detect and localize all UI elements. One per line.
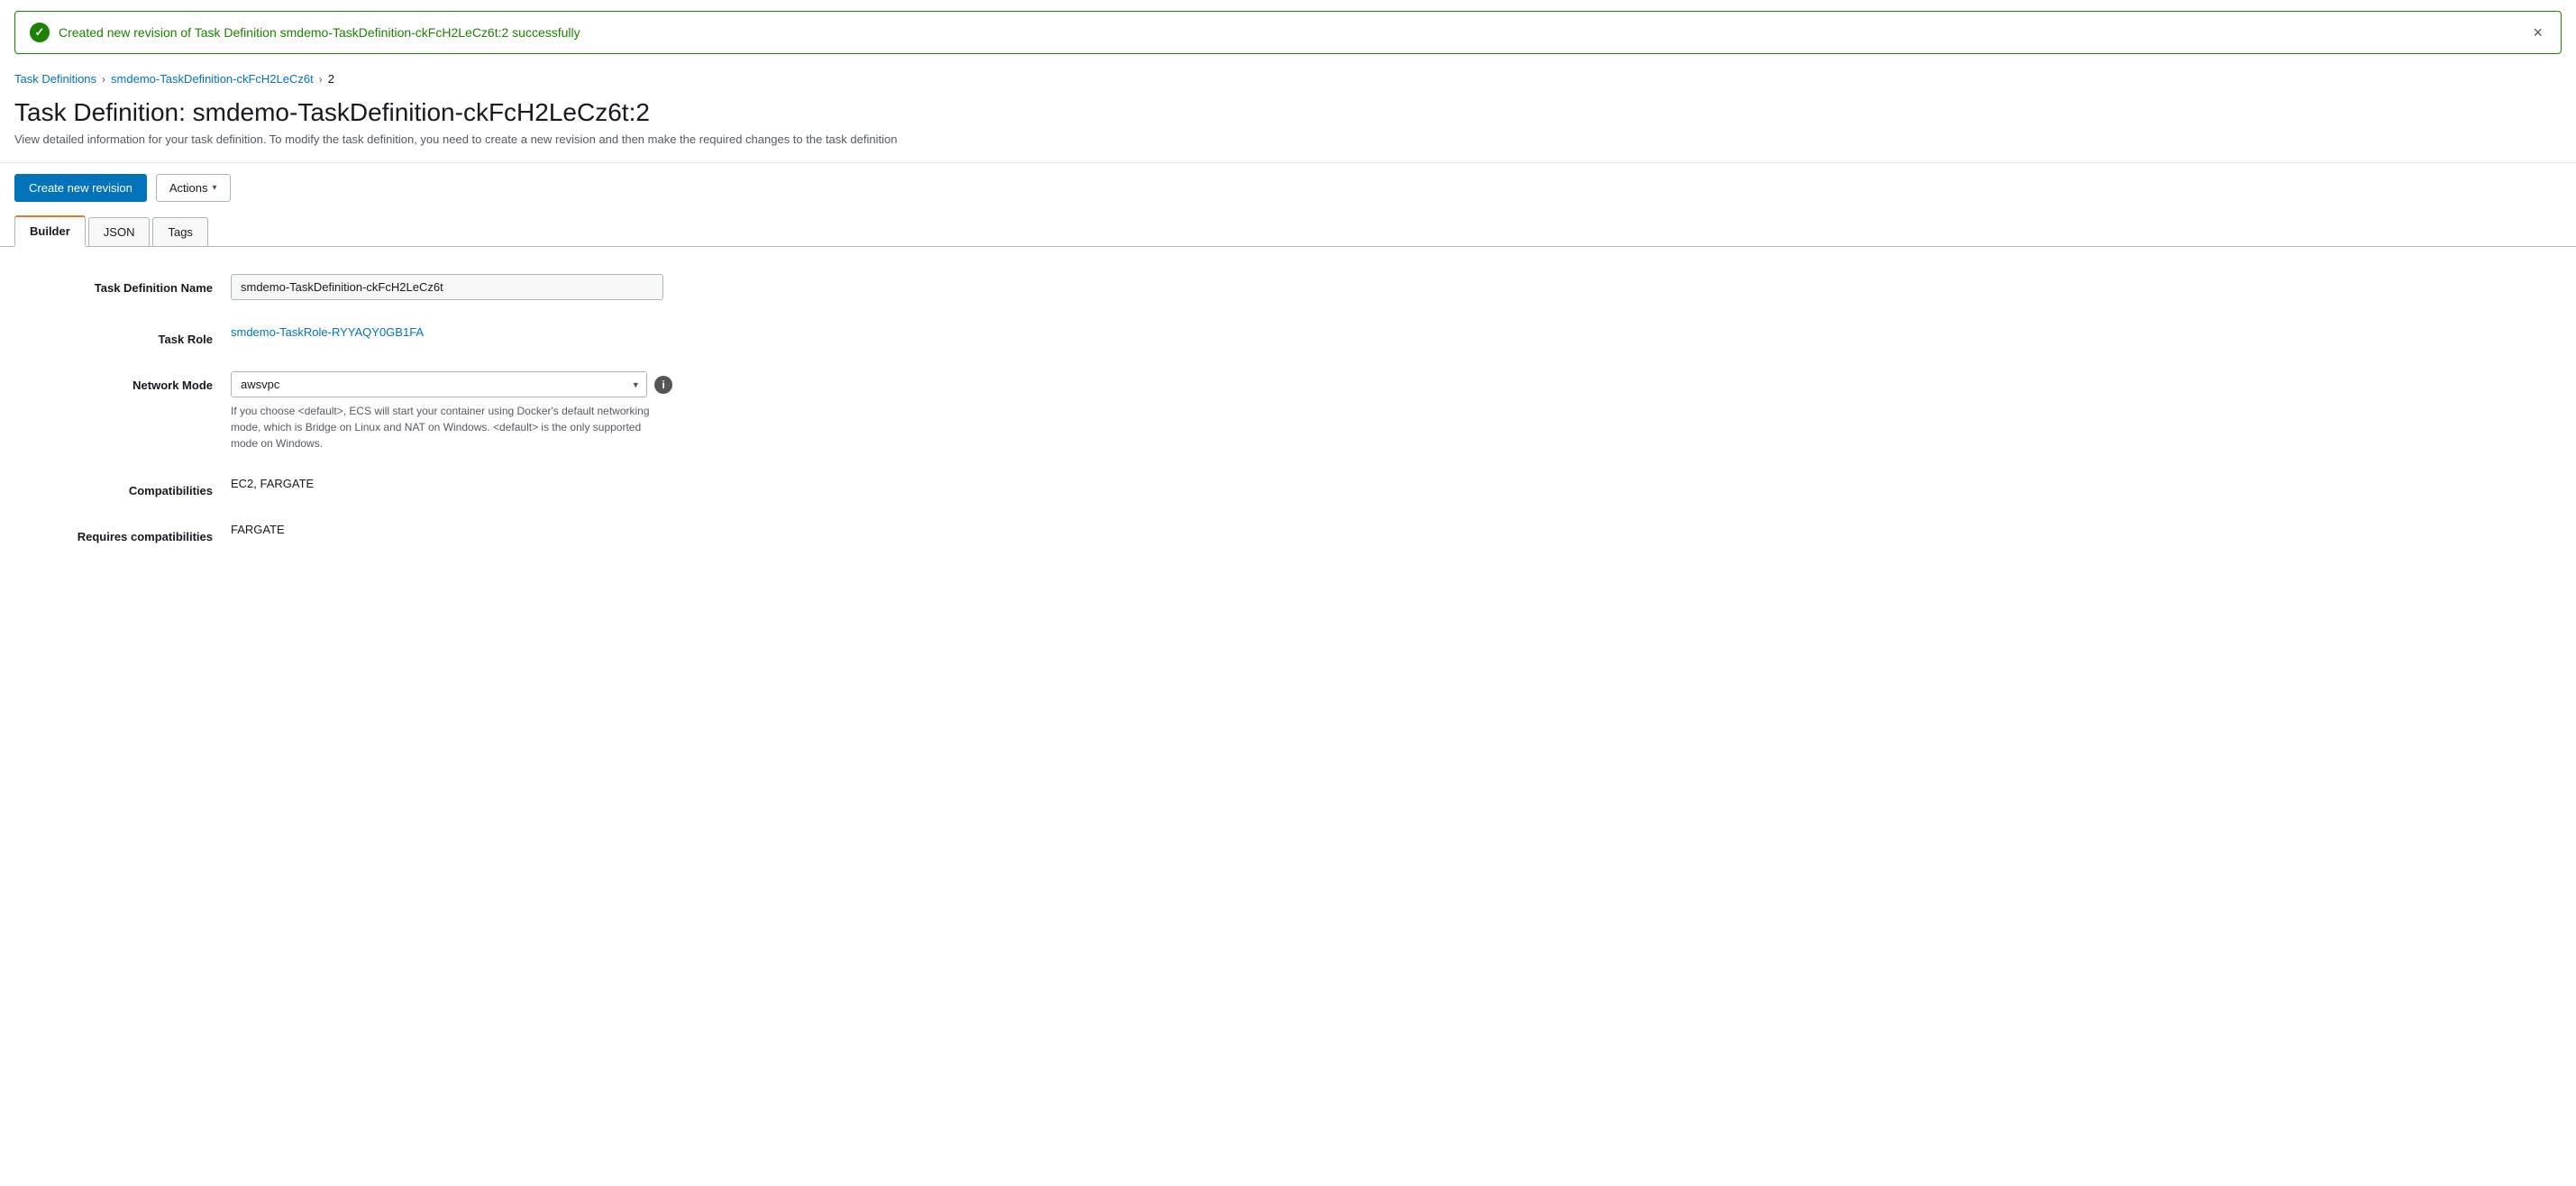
action-bar: Create new revision Actions ▾ bbox=[0, 163, 2576, 202]
text-requires-compatibilities: FARGATE bbox=[231, 515, 285, 536]
network-mode-info-icon[interactable]: i bbox=[654, 376, 672, 394]
value-network-mode: awsvpc <default> bridge host none ▾ i If… bbox=[231, 371, 826, 452]
tab-content: Task Definition Name Task Role smdemo-Ta… bbox=[0, 246, 2576, 587]
form-section: Task Definition Name Task Role smdemo-Ta… bbox=[14, 274, 826, 543]
form-row-compatibilities: Compatibilities EC2, FARGATE bbox=[14, 477, 826, 497]
label-requires-compatibilities: Requires compatibilities bbox=[14, 523, 213, 543]
actions-button-label: Actions bbox=[169, 181, 208, 195]
tabs-container: Builder JSON Tags bbox=[0, 202, 2576, 246]
form-row-requires-compatibilities: Requires compatibilities FARGATE bbox=[14, 523, 826, 543]
breadcrumb-sep-2: › bbox=[319, 73, 323, 86]
breadcrumb: Task Definitions › smdemo-TaskDefinition… bbox=[0, 65, 2576, 89]
network-mode-select-wrapper: awsvpc <default> bridge host none ▾ bbox=[231, 371, 647, 397]
form-row-task-def-name: Task Definition Name bbox=[14, 274, 826, 300]
success-check-icon bbox=[30, 23, 50, 42]
link-task-role[interactable]: smdemo-TaskRole-RYYAQY0GB1FA bbox=[231, 325, 424, 339]
network-mode-hint: If you choose <default>, ECS will start … bbox=[231, 403, 663, 452]
banner-close-button[interactable]: × bbox=[2529, 24, 2546, 41]
tab-json[interactable]: JSON bbox=[88, 217, 151, 246]
network-mode-select[interactable]: awsvpc <default> bridge host none bbox=[231, 371, 647, 397]
breadcrumb-revision: 2 bbox=[328, 72, 334, 86]
label-task-role: Task Role bbox=[14, 325, 213, 346]
success-message: Created new revision of Task Definition … bbox=[59, 25, 580, 40]
actions-dropdown-button[interactable]: Actions ▾ bbox=[156, 174, 231, 202]
breadcrumb-sep-1: › bbox=[102, 73, 105, 86]
page-title: Task Definition: smdemo-TaskDefinition-c… bbox=[14, 98, 2562, 127]
label-network-mode: Network Mode bbox=[14, 371, 213, 392]
page-header: Task Definition: smdemo-TaskDefinition-c… bbox=[0, 89, 2576, 163]
form-row-network-mode: Network Mode awsvpc <default> bridge hos… bbox=[14, 371, 826, 452]
breadcrumb-task-def-name[interactable]: smdemo-TaskDefinition-ckFcH2LeCz6t bbox=[111, 72, 314, 86]
value-requires-compatibilities: FARGATE bbox=[231, 523, 826, 536]
tab-builder[interactable]: Builder bbox=[14, 215, 86, 247]
network-mode-select-row: awsvpc <default> bridge host none ▾ i bbox=[231, 371, 672, 397]
success-banner: Created new revision of Task Definition … bbox=[14, 11, 2562, 54]
value-compatibilities: EC2, FARGATE bbox=[231, 477, 826, 490]
label-compatibilities: Compatibilities bbox=[14, 477, 213, 497]
input-task-def-name[interactable] bbox=[231, 274, 663, 300]
form-row-task-role: Task Role smdemo-TaskRole-RYYAQY0GB1FA bbox=[14, 325, 826, 346]
actions-dropdown-arrow: ▾ bbox=[213, 183, 217, 193]
success-banner-content: Created new revision of Task Definition … bbox=[30, 23, 580, 42]
value-task-role: smdemo-TaskRole-RYYAQY0GB1FA bbox=[231, 325, 826, 339]
create-new-revision-button[interactable]: Create new revision bbox=[14, 174, 147, 202]
tab-tags[interactable]: Tags bbox=[152, 217, 207, 246]
text-compatibilities: EC2, FARGATE bbox=[231, 470, 314, 490]
label-task-def-name: Task Definition Name bbox=[14, 274, 213, 295]
breadcrumb-task-definitions[interactable]: Task Definitions bbox=[14, 72, 96, 86]
page-description: View detailed information for your task … bbox=[14, 132, 2562, 146]
value-task-def-name bbox=[231, 274, 826, 300]
